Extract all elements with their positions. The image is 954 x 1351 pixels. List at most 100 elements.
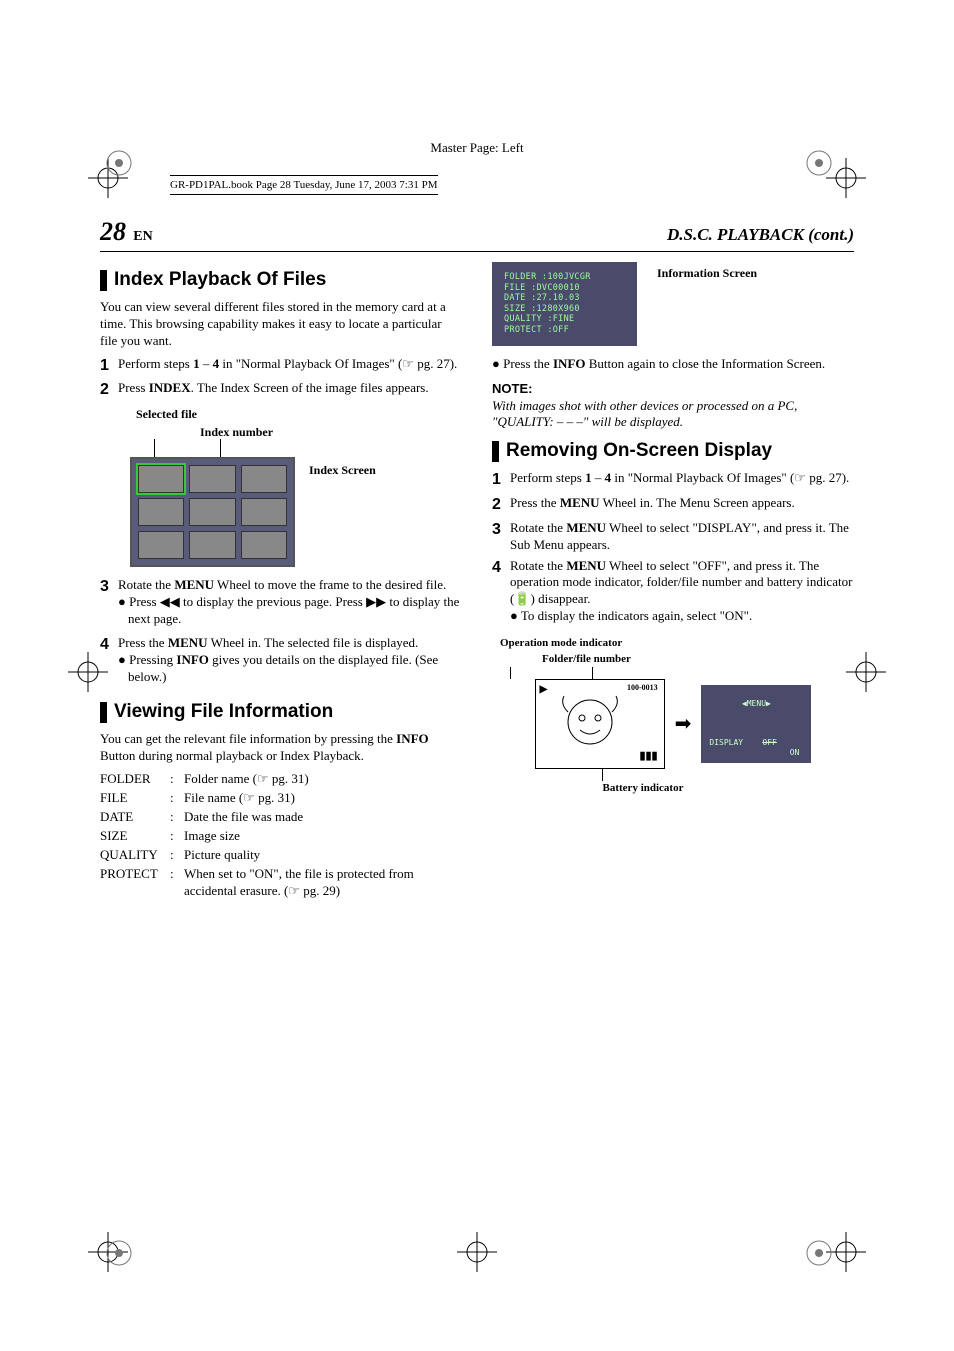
face-illustration-icon [554, 694, 634, 756]
corner-dot-icon [804, 1238, 834, 1268]
note-text: With images shot with other devices or p… [492, 398, 854, 432]
lang-code: EN [133, 229, 152, 244]
r-step-1: 1 Perform steps 1 – 4 in "Normal Playbac… [492, 470, 854, 491]
rs4-b: MENU [566, 558, 606, 573]
step4-a: Press the [118, 635, 168, 650]
info-val: Picture quality [184, 847, 462, 864]
left-column: Index Playback Of Files You can view sev… [100, 262, 462, 901]
caption-folderfile: Folder/file number [542, 652, 854, 666]
view-intro-c: Button during normal playback or Index P… [100, 748, 364, 763]
heading-index-playback: Index Playback Of Files [100, 270, 462, 291]
info-line: PROTECT :OFF [504, 325, 625, 336]
info-line: FILE :DVC00010 [504, 283, 625, 294]
step4-b: MENU [168, 635, 208, 650]
rs4-a: Rotate the [510, 558, 566, 573]
registration-mark-icon [455, 1230, 499, 1274]
index-cell [138, 498, 184, 526]
info-val: File name (☞ pg. 31) [184, 790, 462, 807]
table-row: QUALITY:Picture quality [100, 847, 462, 864]
info-line: DATE :27.10.03 [504, 293, 625, 304]
close-a: ● Press the [492, 356, 553, 371]
note-label: NOTE: [492, 381, 854, 398]
rs1-c: – [592, 470, 605, 485]
step2-a: Press [118, 380, 149, 395]
index-cell [138, 531, 184, 559]
info-val: When set to "ON", the file is protected … [184, 866, 462, 900]
step4-sub-b: INFO [176, 652, 209, 667]
rs2-a: Press the [510, 495, 560, 510]
r-step-2: 2 Press the MENU Wheel in. The Menu Scre… [492, 495, 854, 516]
osd-screen-left: ▶ 100-0013 ▮▮▮ [535, 679, 665, 769]
rs1-e: in "Normal Playback Of Images" ( [611, 470, 794, 485]
index-cell-selected [138, 465, 184, 493]
step2-b: INDEX [149, 380, 191, 395]
osd-folder-file: 100-0013 [627, 683, 658, 693]
osd-menu-label: ◀MENU▶ [709, 699, 803, 709]
rs1-a: Perform steps [510, 470, 585, 485]
table-row: FOLDER:Folder name (☞ pg. 31) [100, 771, 462, 788]
step-number: 4 [492, 558, 510, 629]
index-cell [189, 531, 235, 559]
index-cell [241, 531, 287, 559]
right-column: FOLDER :100JVCGR FILE :DVC00010 DATE :27… [492, 262, 854, 901]
info-key: QUALITY [100, 847, 170, 864]
info-line: SIZE :1280X960 [504, 304, 625, 315]
step-number: 3 [100, 577, 118, 631]
master-page-label: Master Page: Left [100, 140, 854, 157]
step-number: 1 [492, 470, 510, 491]
table-row: DATE:Date the file was made [100, 809, 462, 826]
step-number: 1 [100, 356, 118, 377]
caption-battery: Battery indicator [432, 781, 854, 795]
step4-sub-a: ● Pressing [118, 652, 176, 667]
heading-removing-osd: Removing On-Screen Display [492, 441, 854, 462]
ref-icon [402, 356, 414, 371]
book-info: GR-PD1PAL.book Page 28 Tuesday, June 17,… [170, 175, 854, 195]
info-line: FOLDER :100JVCGR [504, 272, 625, 283]
info-key: FOLDER [100, 771, 170, 788]
caption-index-screen: Index Screen [309, 463, 376, 479]
step3-sub1: ● Press ◀◀ to display the previous page.… [118, 594, 462, 628]
intro-text: You can view several different files sto… [100, 299, 462, 350]
index-grid [130, 457, 295, 567]
step3-c: Wheel to move the frame to the desired f… [214, 577, 446, 592]
step1-text-f: pg. 27). [414, 356, 457, 371]
rs2-b: MENU [560, 495, 600, 510]
step-number: 3 [492, 520, 510, 554]
step-4: 4 Press the MENU Wheel in. The selected … [100, 635, 462, 689]
osd-on-label: ON [790, 748, 800, 758]
step-3: 3 Rotate the MENU Wheel to move the fram… [100, 577, 462, 631]
rs2-c: Wheel in. The Menu Screen appears. [600, 495, 795, 510]
rs4-sub: ● To display the indicators again, selec… [510, 608, 854, 625]
info-val: Image size [184, 828, 462, 845]
osd-diagram: Operation mode indicator Folder/file num… [492, 636, 854, 795]
page-number-block: 28 EN [100, 215, 153, 249]
step3-a: Rotate the [118, 577, 174, 592]
step-2: 2 Press INDEX. The Index Screen of the i… [100, 380, 462, 401]
registration-mark-icon [844, 650, 888, 694]
step1-text-c: – [200, 356, 213, 371]
info-key: FILE [100, 790, 170, 807]
info-val: Folder name (☞ pg. 31) [184, 771, 462, 788]
registration-mark-icon [66, 650, 110, 694]
step1-text-e: in "Normal Playback Of Images" ( [219, 356, 402, 371]
view-intro: You can get the relevant file informatio… [100, 731, 462, 765]
rs1-f: pg. 27). [806, 470, 849, 485]
step-1: 1 Perform steps 1 – 4 in "Normal Playbac… [100, 356, 462, 377]
arrow-right-icon: ➡ [675, 711, 692, 737]
index-cell [189, 465, 235, 493]
page-header: 28 EN D.S.C. PLAYBACK (cont.) [100, 215, 854, 252]
corner-dot-icon [104, 1238, 134, 1268]
info-key: DATE [100, 809, 170, 826]
osd-display-label: DISPLAY [709, 738, 743, 747]
info-line: QUALITY :FINE [504, 314, 625, 325]
book-info-text: GR-PD1PAL.book Page 28 Tuesday, June 17,… [170, 175, 438, 195]
rs3-b: MENU [566, 520, 606, 535]
step2-c: . The Index Screen of the image files ap… [191, 380, 429, 395]
file-info-table: FOLDER:Folder name (☞ pg. 31) FILE:File … [100, 771, 462, 899]
table-row: SIZE:Image size [100, 828, 462, 845]
osd-screen-right: ◀MENU▶ DISPLAY OFF ON [701, 685, 811, 763]
table-row: FILE:File name (☞ pg. 31) [100, 790, 462, 807]
section-title: D.S.C. PLAYBACK (cont.) [667, 224, 854, 246]
information-screen-box: FOLDER :100JVCGR FILE :DVC00010 DATE :27… [492, 262, 637, 346]
corner-dot-icon [104, 148, 134, 178]
